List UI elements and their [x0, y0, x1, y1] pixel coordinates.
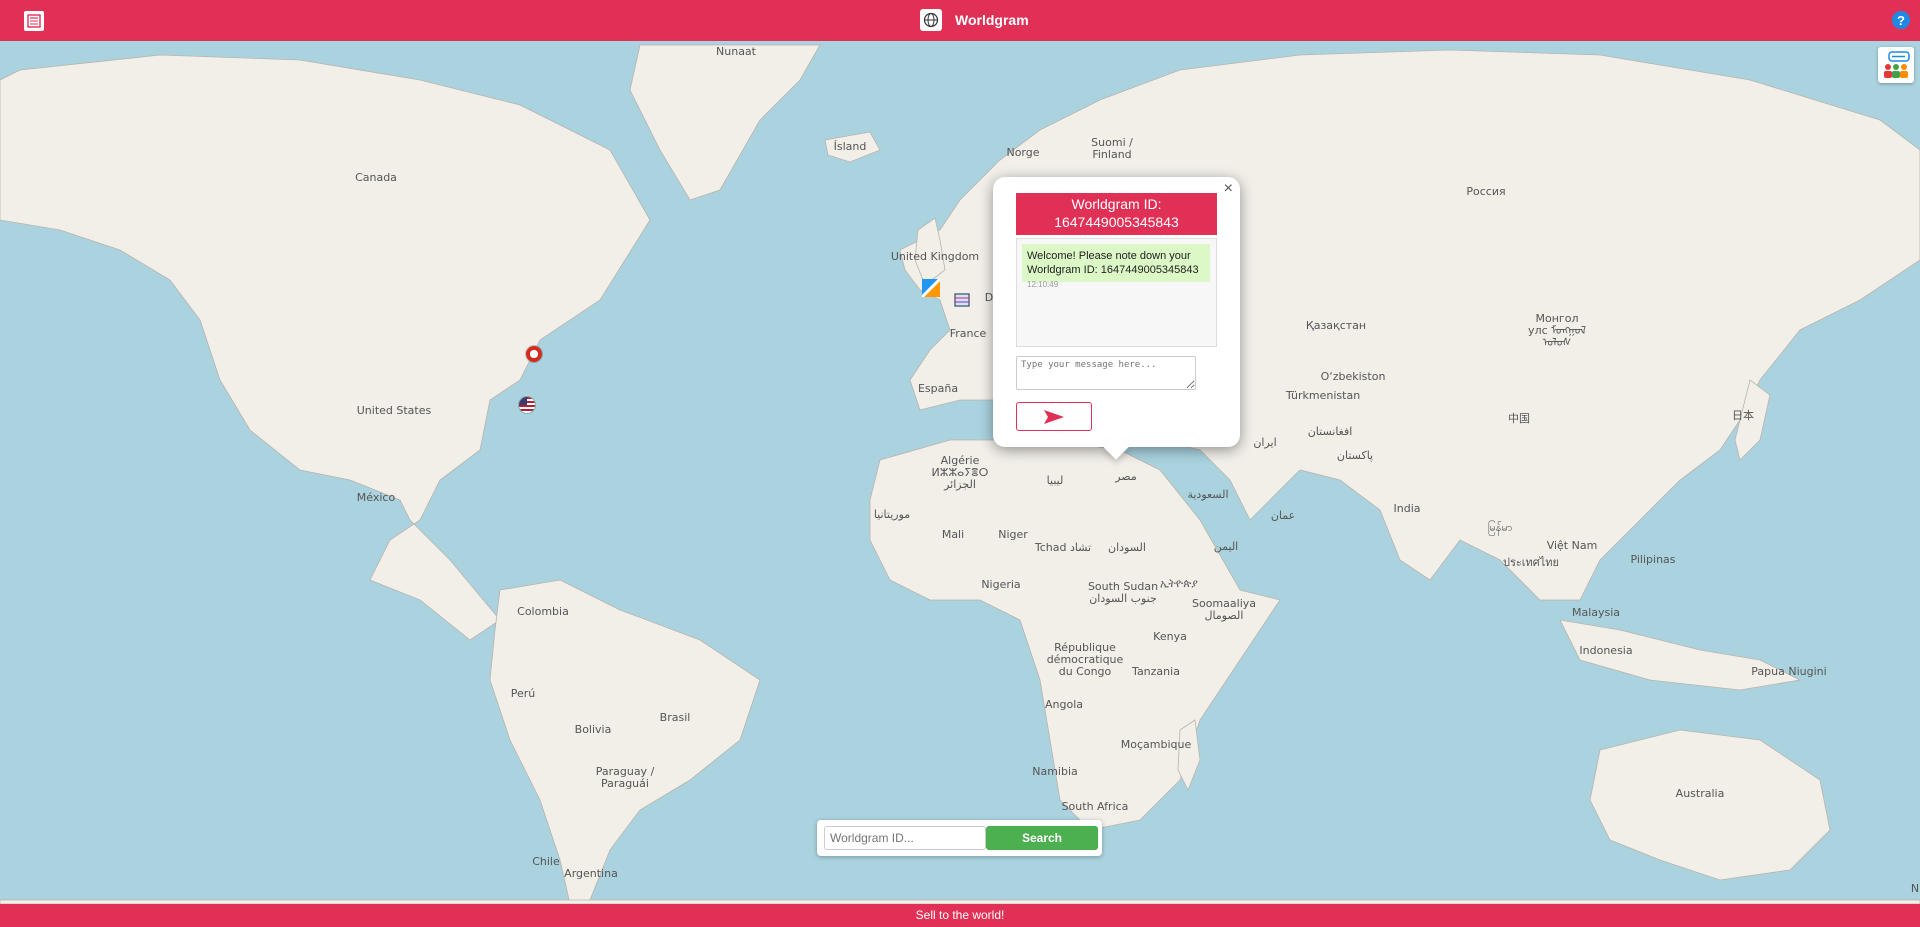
map-label: Kenya: [1153, 630, 1187, 643]
world-map[interactable]: Nunaat Ísland Norge Suomi / Finland Росс…: [0, 41, 1920, 904]
calculator-icon[interactable]: [24, 11, 44, 31]
footer: Sell to the world!: [0, 904, 1920, 927]
map-label: Tanzania: [1132, 665, 1180, 678]
map-label-text: Suomi / Finland: [1091, 136, 1133, 161]
map-label: Argentina: [564, 867, 618, 880]
map-label: United States: [356, 404, 432, 417]
map-label: Nunaat: [716, 45, 756, 58]
map-label: موريتانيا: [873, 508, 911, 521]
globe-icon: [920, 9, 942, 31]
map-label-text: République démocratique du Congo: [1046, 641, 1124, 678]
map-label-text: Монгол улс ᠮᠣᠩᠭᠣᠯ ᠤᠯᠤᠰ: [1528, 312, 1586, 349]
map-label: India: [1393, 502, 1421, 515]
map-label: Mali: [941, 528, 965, 541]
map-label-text: Soomaaliya الصومال: [1191, 597, 1257, 622]
map-label: Paraguay / Paraguái: [596, 766, 655, 790]
close-icon[interactable]: ×: [1224, 180, 1233, 198]
map-label: اليمن: [1213, 540, 1239, 553]
map-label: France: [949, 327, 987, 340]
map-label: South Sudan جنوب السودان: [1088, 581, 1158, 605]
map-label: Papua Niugini: [1751, 665, 1827, 678]
map-label: Brasil: [659, 711, 691, 724]
map-label-text: Paraguay / Paraguái: [595, 765, 655, 790]
worldgram-id-input[interactable]: [824, 826, 986, 850]
footer-text: Sell to the world!: [915, 908, 1005, 922]
map-label-text: South Sudan جنوب السودان: [1087, 580, 1159, 605]
people-chat-icon[interactable]: [1878, 47, 1914, 83]
map-label: Suomi / Finland: [1091, 137, 1133, 161]
us-flag-marker[interactable]: [519, 397, 535, 413]
map-label: Algérie ⵍⵣⵣⴰⵢⴻⵔ الجزائر: [932, 455, 989, 491]
map-label: République démocratique du Congo: [1047, 642, 1124, 678]
chat-messages[interactable]: Welcome! Please note down your Worldgram…: [1016, 238, 1217, 347]
map-label: Colombia: [517, 605, 569, 618]
map-label: N: [1910, 882, 1920, 895]
map-label: 日本: [1732, 409, 1754, 422]
map-label: ليبيا: [1046, 474, 1064, 487]
map-label: Namibia: [1032, 765, 1078, 778]
help-button[interactable]: ?: [1892, 11, 1910, 29]
map-label: ประเทศไทย: [1502, 556, 1560, 569]
map-label: Việt Nam: [1546, 539, 1598, 552]
map-label: Malaysia: [1571, 606, 1621, 619]
map-label: Монгол улс ᠮᠣᠩᠭᠣᠯ ᠤᠯᠤᠰ: [1528, 313, 1586, 349]
map-label: D: [984, 291, 994, 304]
worldgram-id-header: Worldgram ID: 1647449005345843: [1016, 193, 1217, 235]
map-label: Perú: [510, 687, 536, 700]
brand: Worldgram: [920, 9, 1029, 31]
map-label: Nigeria: [981, 578, 1021, 591]
map-label: United Kingdom: [890, 250, 980, 263]
map-label: Soomaaliya الصومال: [1192, 598, 1256, 622]
map-label: South Africa: [1061, 800, 1129, 813]
map-label: Chile: [532, 855, 560, 868]
message-input[interactable]: [1016, 356, 1196, 390]
map-label: Angola: [1044, 698, 1084, 711]
map-label: Australia: [1675, 787, 1725, 800]
map-label: Norge: [1006, 146, 1040, 159]
send-button[interactable]: [1016, 402, 1092, 431]
map-label: افغانستان: [1307, 425, 1353, 438]
map-label-text: Algérie ⵍⵣⵣⴰⵢⴻⵔ الجزائر: [931, 454, 989, 491]
map-label: السودان: [1108, 541, 1146, 554]
map-label: 中国: [1508, 412, 1530, 425]
map-label: Bolivia: [574, 723, 612, 736]
map-label: Indonesia: [1579, 644, 1633, 657]
search-panel: Search: [817, 820, 1102, 856]
map-label: Ísland: [833, 140, 867, 153]
send-icon: [1044, 409, 1064, 424]
map-label: Pilipinas: [1630, 553, 1676, 566]
map-label: España: [917, 382, 959, 395]
chat-popup: × Worldgram ID: 1647449005345843 Welcome…: [993, 177, 1240, 460]
map-label: Tchad تشاد: [1034, 541, 1092, 554]
canada-flag-marker[interactable]: [526, 346, 542, 362]
map-label: ኢትዮጵያ: [1160, 577, 1198, 590]
pattern-flag-marker[interactable]: [954, 293, 972, 311]
map-label: Қазақстан: [1305, 319, 1367, 332]
map-label: México: [356, 491, 396, 504]
message-timestamp: 12:10:49: [1027, 280, 1059, 289]
search-button[interactable]: Search: [986, 826, 1098, 850]
map-label: Türkmenistan: [1285, 389, 1361, 402]
top-bar: Worldgram ?: [0, 0, 1920, 41]
map-label: Moçambique: [1120, 738, 1192, 751]
map-label: عمان: [1270, 509, 1296, 522]
map-label: O‘zbekiston: [1320, 370, 1386, 383]
map-label: မြန်မာ: [1487, 521, 1513, 534]
app-title: Worldgram: [955, 12, 1029, 28]
map-label: Niger: [998, 528, 1028, 541]
map-label: پاکستان: [1336, 449, 1374, 462]
welcome-message: Welcome! Please note down your Worldgram…: [1022, 244, 1210, 282]
map-label: مصر: [1115, 470, 1137, 483]
map-label: السعودية: [1187, 488, 1229, 501]
rainbow-flag-marker[interactable]: [922, 279, 940, 297]
map-label: Россия: [1466, 185, 1506, 198]
map-label: ایران: [1253, 436, 1277, 449]
map-label: Canada: [355, 171, 397, 184]
